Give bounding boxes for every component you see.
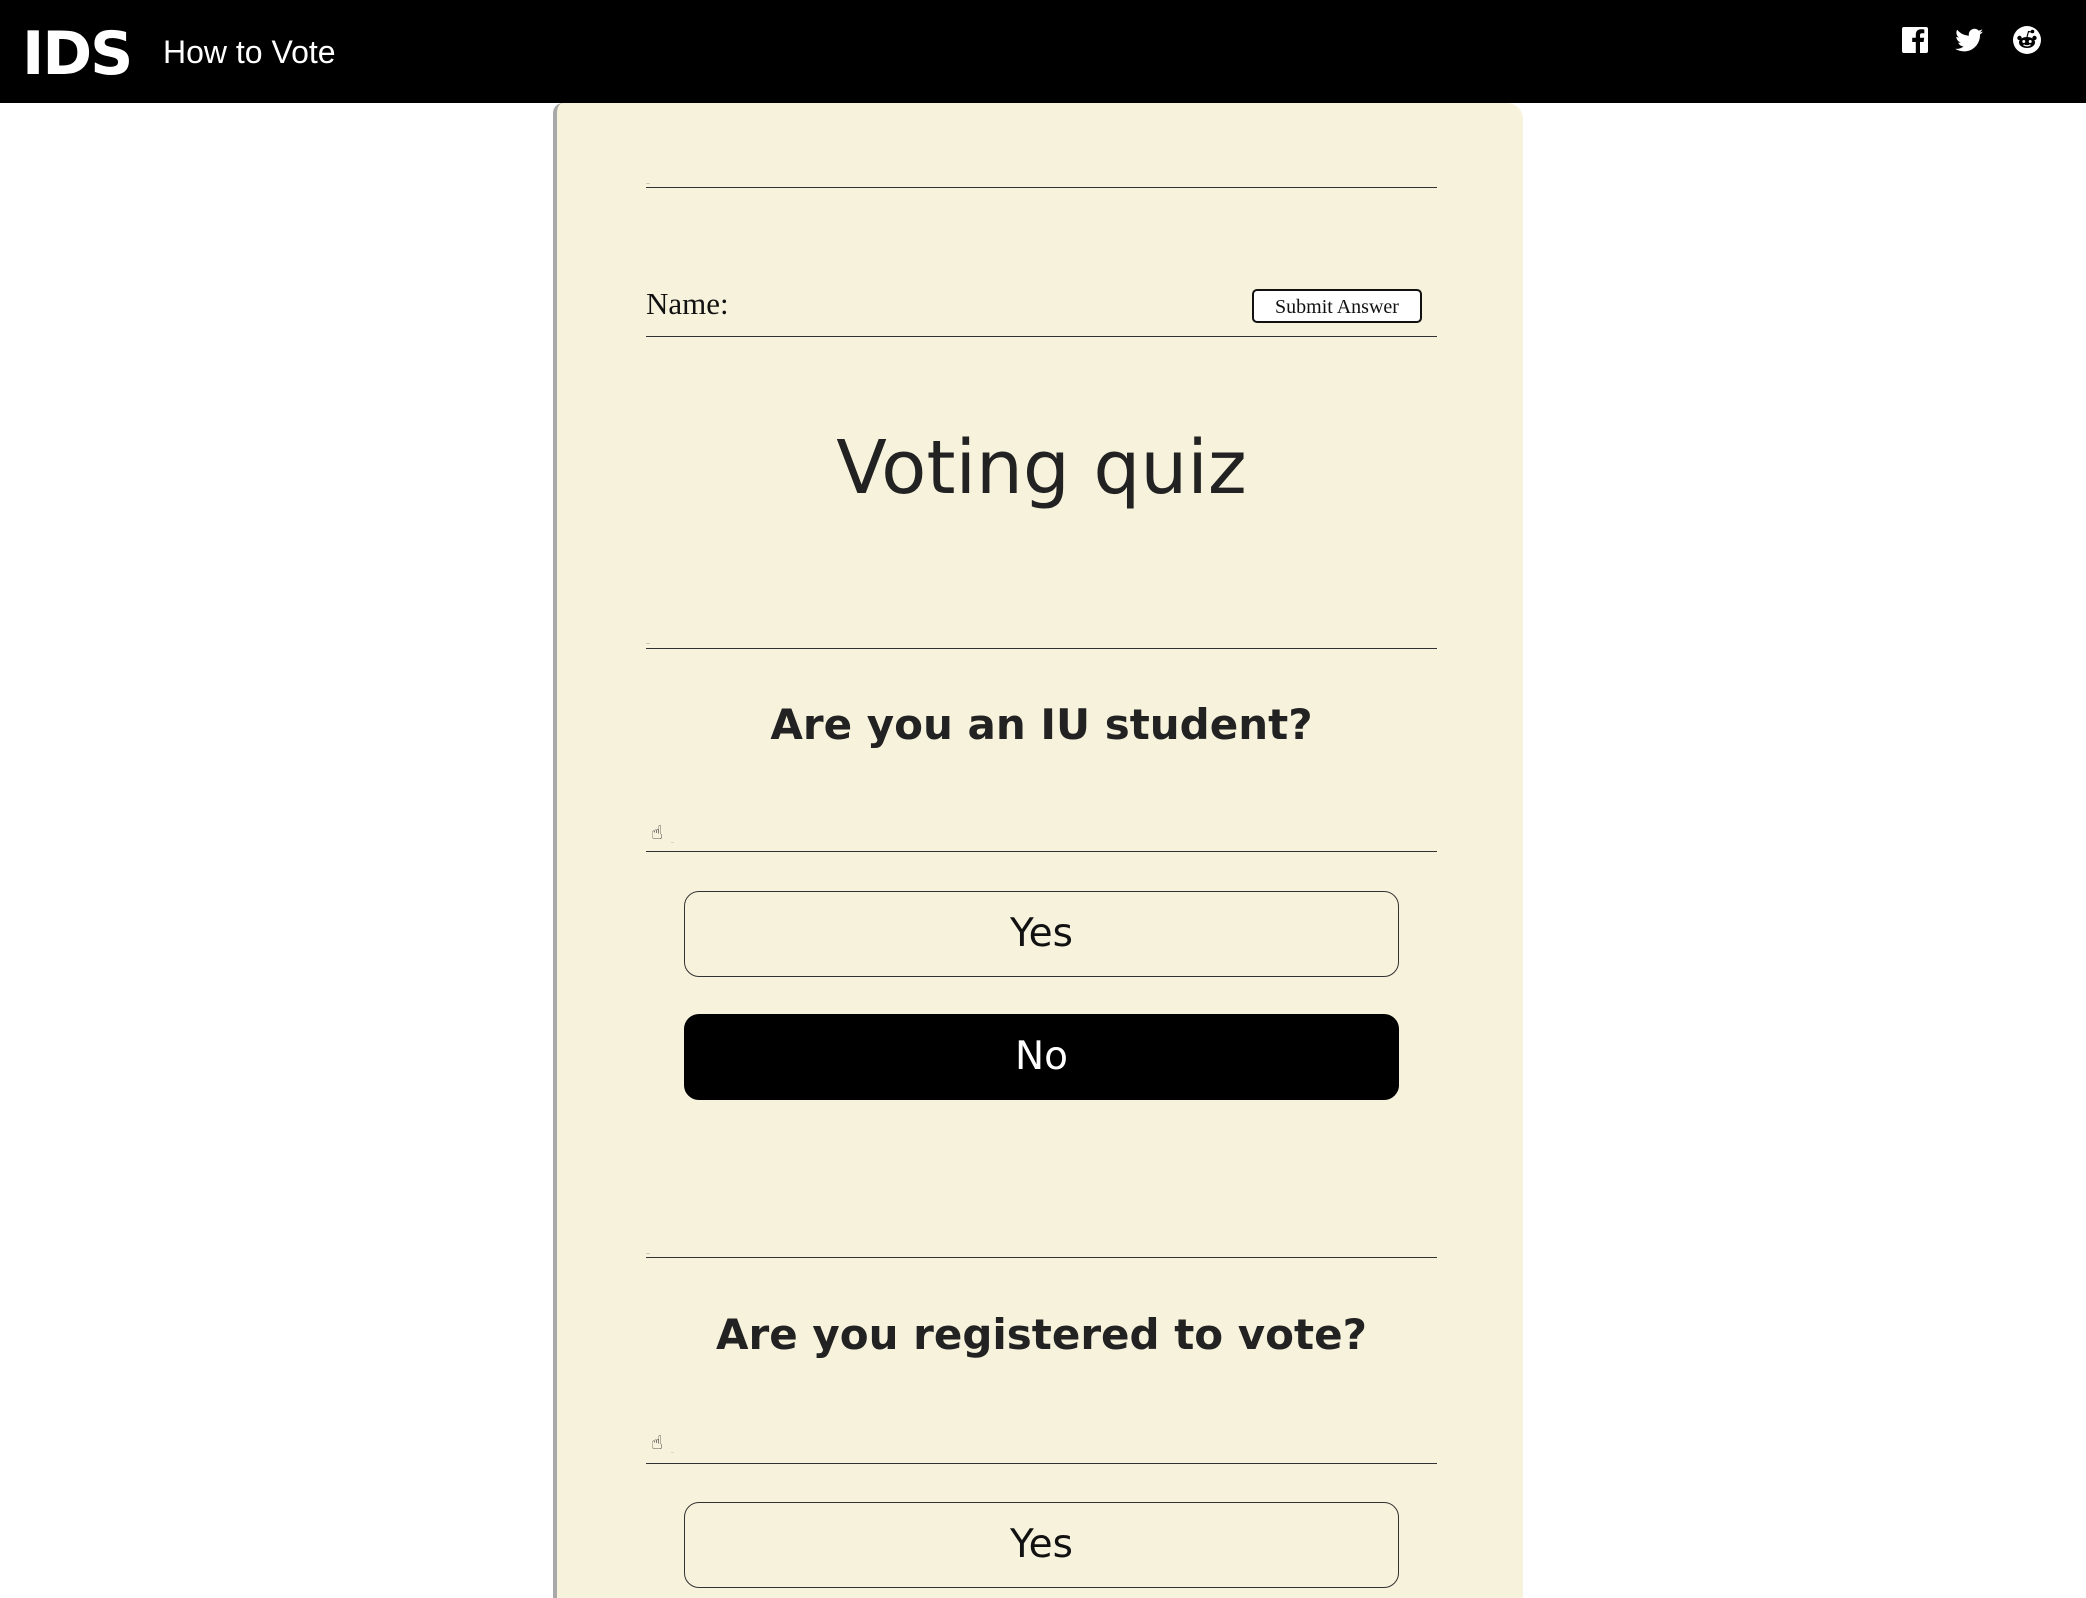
question-divider xyxy=(646,648,1437,649)
answer-yes-button[interactable]: Yes xyxy=(684,891,1399,977)
question-1-text: Are you an IU student? xyxy=(770,700,1313,749)
facebook-icon[interactable] xyxy=(1899,24,1931,56)
section-marker: — xyxy=(646,180,650,185)
section-marker: — xyxy=(646,1250,650,1255)
page-title[interactable]: How to Vote xyxy=(163,34,336,70)
hint-text: — xyxy=(671,840,674,844)
question-2-text: Are you registered to vote? xyxy=(716,1310,1367,1359)
hint-underline xyxy=(646,1463,1437,1464)
hint-underline xyxy=(646,851,1437,852)
twitter-icon[interactable] xyxy=(1953,24,1985,56)
submit-answer-button[interactable]: Submit Answer xyxy=(1252,289,1422,323)
answer-no-button-selected[interactable]: No xyxy=(684,1014,1399,1100)
top-nav-bar: IDS How to Vote xyxy=(0,0,2086,103)
answer-yes-button[interactable]: Yes xyxy=(684,1502,1399,1588)
divider xyxy=(646,187,1437,188)
reddit-icon[interactable] xyxy=(2011,24,2043,56)
pointing-hand-icon: ☝ xyxy=(651,1433,663,1454)
section-marker: — xyxy=(646,640,650,645)
pointing-hand-icon: ☝ xyxy=(651,823,663,844)
name-input-underline[interactable] xyxy=(646,336,1437,337)
quiz-title: Voting quiz xyxy=(836,425,1247,511)
hint-text: — xyxy=(671,1450,674,1454)
ids-logo[interactable]: IDS xyxy=(22,20,133,88)
question-divider xyxy=(646,1257,1437,1258)
name-label: Name: xyxy=(646,286,729,321)
